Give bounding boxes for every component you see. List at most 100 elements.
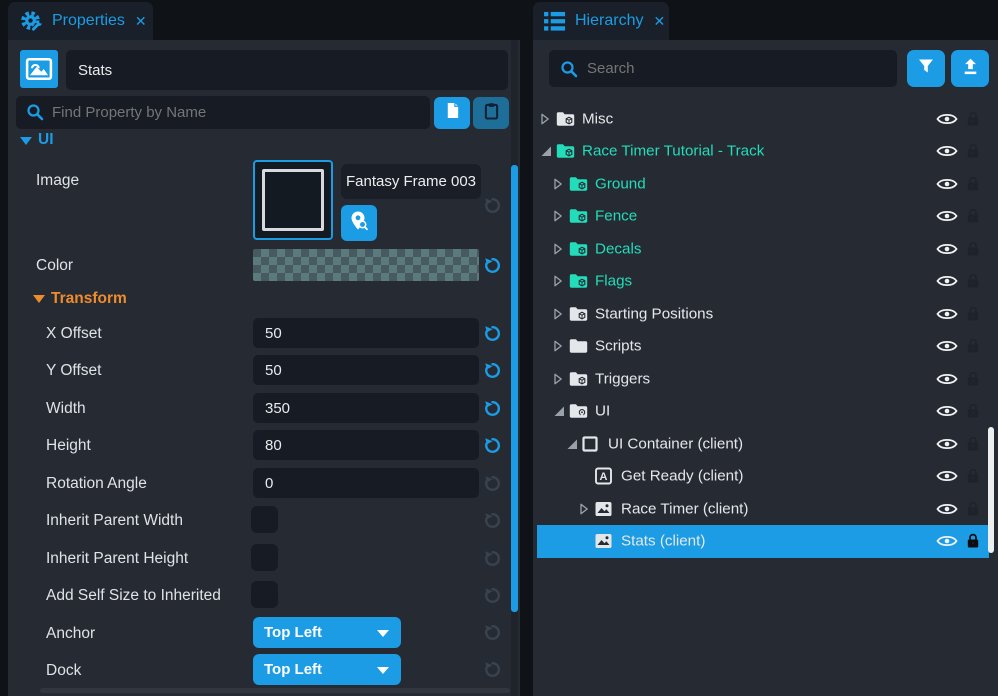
lock-icon[interactable] <box>966 436 980 452</box>
upload-button[interactable] <box>951 50 989 87</box>
tree-item[interactable]: Decals <box>537 232 989 265</box>
lock-icon[interactable] <box>966 241 980 257</box>
tree-item[interactable]: Ground <box>537 167 989 200</box>
entity-name-input[interactable] <box>66 50 508 90</box>
color-swatch[interactable] <box>253 249 479 281</box>
eye-icon[interactable] <box>936 242 958 255</box>
find-asset-button[interactable] <box>341 205 377 241</box>
expand-arrow-icon[interactable] <box>553 242 563 255</box>
lock-icon[interactable] <box>966 111 980 127</box>
lock-icon[interactable] <box>966 338 980 354</box>
eye-icon[interactable] <box>936 275 958 288</box>
collapse-arrow-icon[interactable] <box>553 405 565 417</box>
tree-item[interactable]: UI Container (client) <box>537 427 989 460</box>
reset-icon[interactable] <box>483 660 502 679</box>
tree-item[interactable]: Stats (client) <box>537 525 989 558</box>
eye-icon[interactable] <box>936 307 958 320</box>
lock-icon[interactable] <box>966 306 980 322</box>
tree-item[interactable]: UI <box>537 395 989 428</box>
horizontal-scrollbar[interactable] <box>40 688 510 693</box>
reset-icon[interactable] <box>483 256 502 275</box>
lock-icon[interactable] <box>966 273 980 289</box>
find-property-input[interactable] <box>16 96 430 129</box>
hierarchy-search-input[interactable] <box>549 50 897 87</box>
rotation-angle-input[interactable] <box>253 468 479 498</box>
expand-arrow-icon[interactable] <box>553 210 563 223</box>
expand-arrow-icon[interactable] <box>553 372 563 385</box>
expand-arrow-icon[interactable] <box>553 275 563 288</box>
filter-button[interactable] <box>907 50 945 87</box>
expand-arrow-icon[interactable] <box>553 307 563 320</box>
hierarchy-scrollbar[interactable] <box>988 427 994 553</box>
lock-icon[interactable] <box>966 143 980 159</box>
tree-item[interactable]: Misc <box>537 102 989 135</box>
expand-arrow-icon[interactable] <box>579 502 589 515</box>
search-icon <box>26 103 44 126</box>
width-input[interactable] <box>253 393 479 423</box>
lock-icon[interactable] <box>966 533 980 549</box>
lock-icon[interactable] <box>966 403 980 419</box>
collapse-arrow-icon[interactable] <box>540 145 552 157</box>
reset-icon[interactable] <box>483 196 502 215</box>
y-offset-input[interactable] <box>253 355 479 385</box>
tree-item[interactable]: Flags <box>537 265 989 298</box>
height-input[interactable] <box>253 430 479 460</box>
anchor-dropdown[interactable]: Top Left <box>253 617 401 648</box>
eye-icon[interactable] <box>936 372 958 385</box>
reset-icon[interactable] <box>483 474 502 493</box>
eye-icon[interactable] <box>936 340 958 353</box>
eye-icon[interactable] <box>936 502 958 515</box>
close-icon[interactable]: ✕ <box>653 13 665 30</box>
tree-item[interactable]: Starting Positions <box>537 297 989 330</box>
dock-dropdown[interactable]: Top Left <box>253 654 401 685</box>
eye-icon[interactable] <box>936 145 958 158</box>
tab-properties[interactable]: Properties ✕ <box>8 2 153 40</box>
collapse-arrow-icon[interactable] <box>566 438 578 450</box>
reset-icon[interactable] <box>483 324 502 343</box>
reset-icon[interactable] <box>483 361 502 380</box>
eye-icon[interactable] <box>936 405 958 418</box>
lock-icon[interactable] <box>966 501 980 517</box>
add-self-size-checkbox[interactable] <box>251 581 278 608</box>
tree-item[interactable]: Triggers <box>537 362 989 395</box>
eye-icon[interactable] <box>936 112 958 125</box>
lock-icon[interactable] <box>966 176 980 192</box>
reset-icon[interactable] <box>483 586 502 605</box>
ui-section-header[interactable]: UI <box>38 131 54 149</box>
reset-icon[interactable] <box>483 399 502 418</box>
tree-item[interactable]: Scripts <box>537 330 989 363</box>
copy-button[interactable] <box>434 97 470 129</box>
tree-item-label: UI Container (client) <box>608 435 743 452</box>
lock-icon[interactable] <box>966 208 980 224</box>
x-offset-input[interactable] <box>253 318 479 348</box>
eye-icon[interactable] <box>936 210 958 223</box>
eye-icon[interactable] <box>936 437 958 450</box>
tree-item[interactable]: Fence <box>537 200 989 233</box>
reset-icon[interactable] <box>483 511 502 530</box>
search-icon <box>560 60 578 83</box>
eye-icon[interactable] <box>936 470 958 483</box>
tab-hierarchy[interactable]: Hierarchy ✕ <box>533 2 669 40</box>
inherit-parent-height-checkbox[interactable] <box>251 544 278 571</box>
transform-section-header[interactable]: Transform <box>51 290 127 308</box>
tree-item[interactable]: Race Timer Tutorial - Track <box>537 135 989 168</box>
paste-button[interactable] <box>473 97 509 129</box>
eye-icon[interactable] <box>936 177 958 190</box>
tree-item[interactable]: AGet Ready (client) <box>537 460 989 493</box>
reset-icon[interactable] <box>483 623 502 642</box>
expand-arrow-icon[interactable] <box>553 177 563 190</box>
transform-collapse-icon[interactable] <box>33 295 45 303</box>
close-icon[interactable]: ✕ <box>135 13 147 30</box>
tree-item[interactable]: Race Timer (client) <box>537 492 989 525</box>
expand-arrow-icon[interactable] <box>540 112 550 125</box>
vertical-scrollbar[interactable] <box>511 165 518 612</box>
eye-icon[interactable] <box>936 535 958 548</box>
lock-icon[interactable] <box>966 371 980 387</box>
reset-icon[interactable] <box>483 436 502 455</box>
expand-arrow-icon[interactable] <box>553 340 563 353</box>
lock-icon[interactable] <box>966 468 980 484</box>
reset-icon[interactable] <box>483 549 502 568</box>
ui-section-collapse-icon[interactable] <box>20 137 32 145</box>
image-thumbnail[interactable] <box>253 160 333 240</box>
inherit-parent-width-checkbox[interactable] <box>251 506 278 533</box>
